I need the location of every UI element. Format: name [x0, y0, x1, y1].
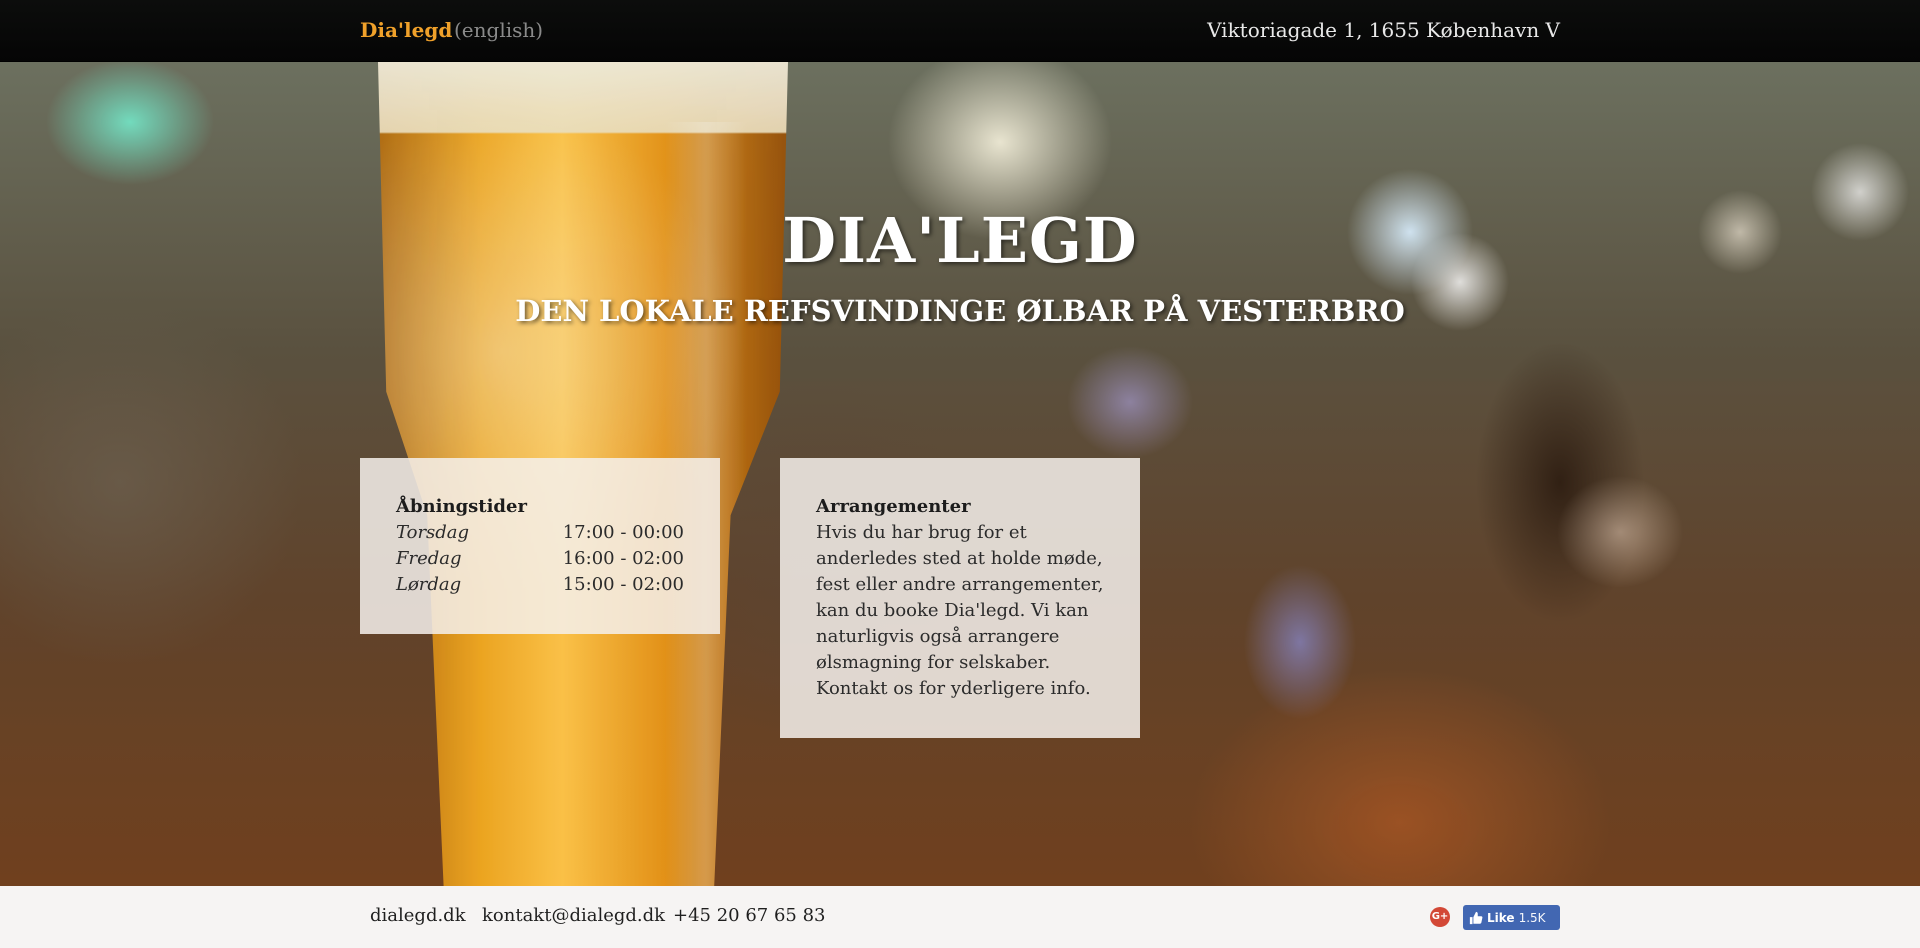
hours-day: Lørdag [396, 574, 462, 595]
hours-row: Lørdag 15:00 - 02:00 [396, 572, 684, 598]
facebook-like-button[interactable]: Like 1.5K [1463, 905, 1560, 930]
hours-time: 15:00 - 02:00 [562, 574, 684, 595]
hero-title: DIA'LEGD [782, 204, 1138, 277]
google-plus-icon[interactable]: G+ [1430, 907, 1450, 927]
address-text: Viktoriagade 1, 1655 København V [1207, 18, 1560, 42]
top-nav: Dia'legd (english) Viktoriagade 1, 1655 … [0, 0, 1920, 62]
hours-day: Torsdag [396, 522, 470, 543]
brand-link[interactable]: Dia'legd [360, 18, 452, 42]
phone-link[interactable]: +45 20 67 65 83 [673, 905, 826, 926]
footer: dialegd.dk kontakt@dialegd.dk +45 20 67 … [0, 886, 1920, 948]
hours-row: Torsdag 17:00 - 00:00 [396, 520, 684, 546]
events-card: Arrangementer Hvis du har brug for et an… [780, 458, 1140, 738]
thumbs-up-icon [1469, 911, 1483, 924]
english-language-link[interactable]: (english) [454, 18, 543, 42]
hours-day: Fredag [396, 548, 462, 569]
hero-subtitle: DEN LOKALE REFSVINDINGE ØLBAR PÅ VESTERB… [515, 294, 1405, 328]
hours-time: 16:00 - 02:00 [562, 548, 684, 569]
facebook-like-count: 1.5K [1518, 910, 1546, 925]
events-description: Hvis du har brug for et anderledes sted … [816, 522, 1104, 699]
website-link[interactable]: dialegd.dk [370, 905, 466, 926]
facebook-like-label: Like [1487, 910, 1515, 925]
opening-hours-card: Åbningstider Torsdag 17:00 - 00:00 Freda… [360, 458, 720, 634]
hours-time: 17:00 - 00:00 [562, 522, 684, 543]
hours-row: Fredag 16:00 - 02:00 [396, 546, 684, 572]
email-link[interactable]: kontakt@dialegd.dk [482, 905, 665, 926]
events-heading: Arrangementer [816, 496, 971, 517]
opening-hours-heading: Åbningstider [396, 496, 527, 517]
